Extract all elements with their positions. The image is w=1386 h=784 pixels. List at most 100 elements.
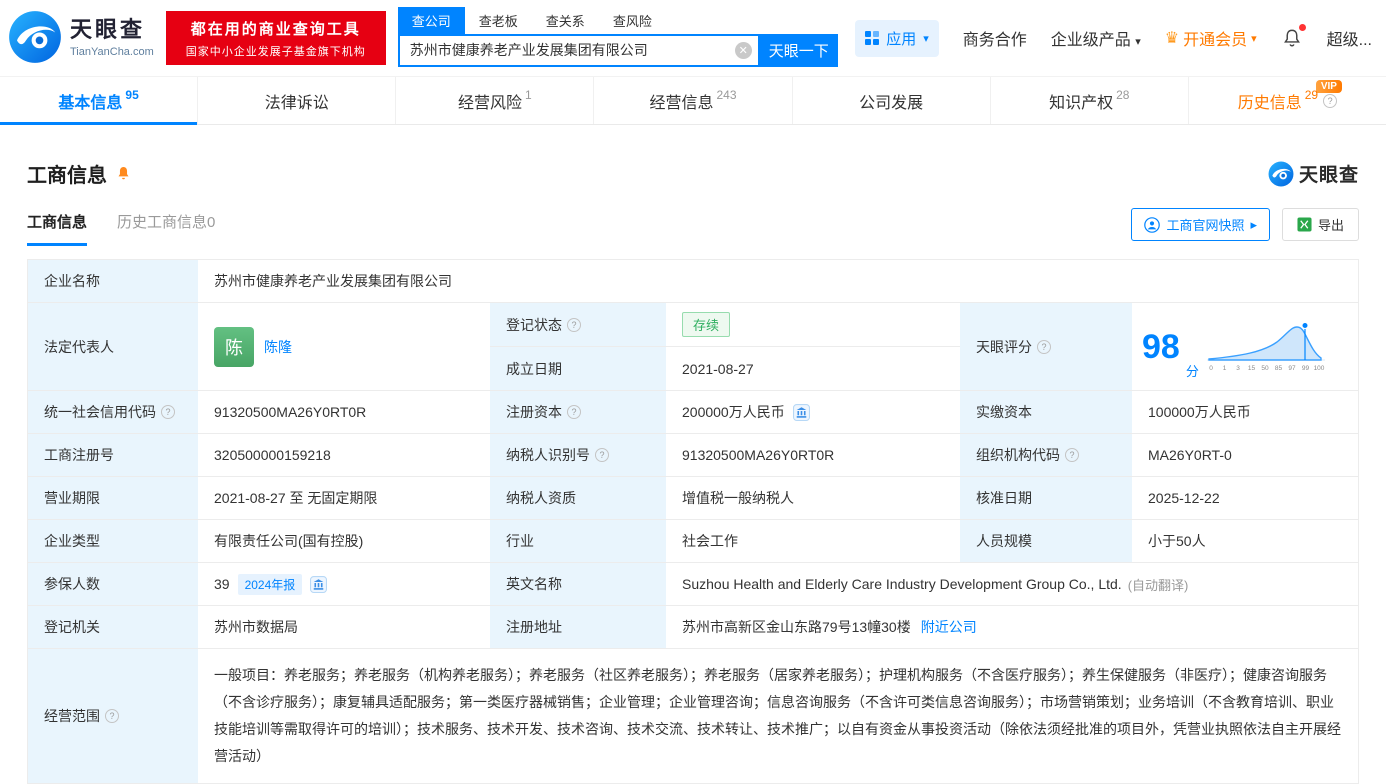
field-label: 统一社会信用代码	[44, 404, 156, 420]
capital-record-icon[interactable]	[792, 403, 810, 421]
score-cell: 98 分 0 1 3 15 50 85 97 99 100	[1132, 303, 1358, 390]
table-row: 企业类型 有限责任公司(国有控股) 行业 社会工作 人员规模 小于50人	[28, 520, 1358, 563]
annual-report-icon[interactable]	[310, 575, 328, 593]
table-row: 参保人数 39 2024年报 英文名称 Suzhou Health and El…	[28, 563, 1358, 606]
tab-operating-info[interactable]: 经营信息 243	[593, 77, 791, 124]
search-tab-boss[interactable]: 查老板	[465, 7, 532, 34]
paid-capital-value: 100000万人民币	[1148, 404, 1251, 420]
english-name-cell: Suzhou Health and Elderly Care Industry …	[666, 563, 1358, 605]
brand-logo-icon	[1268, 161, 1294, 186]
subtab-row: 工商信息 历史工商信息0 工商官网快照 ▸ 导出	[0, 188, 1386, 249]
help-icon[interactable]: ?	[595, 448, 609, 462]
field-label: 营业期限	[28, 477, 198, 519]
subscribe-bell-icon[interactable]	[115, 165, 132, 182]
search-clear-icon[interactable]: ✕	[734, 41, 752, 59]
field-label: 注册资本	[506, 404, 562, 420]
reg-authority-value: 苏州市数据局	[214, 619, 298, 635]
official-snapshot-button[interactable]: 工商官网快照 ▸	[1131, 208, 1270, 241]
export-label: 导出	[1317, 218, 1344, 233]
search-input[interactable]	[397, 33, 760, 67]
tab-label: 知识产权	[1049, 94, 1114, 112]
export-button[interactable]: 导出	[1281, 208, 1359, 241]
svg-text:1: 1	[1223, 365, 1227, 372]
tab-count: 1	[525, 87, 532, 102]
help-icon[interactable]: ?	[105, 709, 119, 723]
help-icon[interactable]: ?	[161, 405, 175, 419]
field-label: 登记机关	[28, 606, 198, 648]
promo-line-2: 国家中小企业发展子基金旗下机构	[185, 45, 366, 58]
top-bar: 天眼查 TianYanCha.com 都在用的商业查询工具 国家中小企业发展子基…	[0, 0, 1386, 76]
chevron-down-icon: ▾	[1251, 32, 1257, 45]
nav-business-cooperation[interactable]: 商务合作	[963, 26, 1027, 50]
help-icon[interactable]: ?	[567, 317, 581, 332]
notification-dot	[1298, 24, 1306, 31]
english-name-value: Suzhou Health and Elderly Care Industry …	[682, 576, 1122, 592]
help-icon[interactable]: ?	[1065, 448, 1079, 462]
taxpayer-id-value: 91320500MA26Y0RT0R	[682, 447, 835, 463]
approval-date-value: 2025-12-22	[1148, 490, 1220, 506]
search-tab-risk[interactable]: 查风险	[599, 7, 666, 34]
tab-history-info[interactable]: VIP 历史信息 29 ?	[1187, 77, 1386, 124]
svg-text:15: 15	[1248, 365, 1256, 372]
apps-menu[interactable]: 应用 ▾	[855, 19, 939, 57]
score-curve-chart: 0 1 3 15 50 85 97 99 100	[1206, 321, 1325, 372]
insured-cell: 39 2024年报	[198, 563, 490, 605]
svg-text:3: 3	[1236, 365, 1240, 372]
tianyancha-logo[interactable]: 天眼查 TianYanCha.com	[8, 10, 154, 67]
field-label: 人员规模	[960, 520, 1132, 562]
company-tab-bar: 基本信息 95 法律诉讼 经营风险 1 经营信息 243 公司发展 知识产权 2…	[0, 76, 1386, 125]
tab-basic-info[interactable]: 基本信息 95	[0, 77, 198, 125]
field-label-wrap: 经营范围 ?	[28, 649, 198, 783]
help-icon[interactable]: ?	[567, 405, 581, 419]
field-label-wrap: 纳税人识别号 ?	[490, 434, 666, 476]
field-label-wrap: 天眼评分 ?	[960, 303, 1132, 390]
score-value: 98	[1142, 327, 1180, 366]
field-label: 成立日期	[490, 347, 666, 390]
legal-rep-cell: 陈 陈隆	[198, 303, 490, 390]
tab-label: 公司发展	[859, 94, 924, 112]
field-label-wrap: 统一社会信用代码 ?	[28, 391, 198, 433]
help-icon[interactable]: ?	[1323, 93, 1338, 108]
field-label: 法定代表人	[28, 303, 198, 390]
field-label: 纳税人资质	[490, 477, 666, 519]
tab-label: 基本信息	[58, 94, 123, 112]
table-row: 企业名称 苏州市健康养老产业发展集团有限公司	[28, 260, 1358, 303]
svg-text:99: 99	[1302, 365, 1310, 372]
search-tab-relation[interactable]: 查关系	[532, 7, 599, 34]
brand-name: 天眼查	[1298, 165, 1359, 186]
chevron-down-icon: ▾	[1135, 36, 1141, 48]
nearby-companies-link[interactable]: 附近公司	[921, 617, 977, 637]
legal-rep-avatar[interactable]: 陈	[214, 326, 254, 367]
section-header: 工商信息 天眼查	[0, 125, 1386, 188]
establish-date-value: 2021-08-27	[682, 360, 754, 377]
svg-text:100: 100	[1313, 365, 1324, 372]
subtab-history-business-info[interactable]: 历史工商信息0	[117, 211, 215, 246]
svg-text:97: 97	[1288, 365, 1296, 372]
insured-value: 39	[214, 576, 230, 592]
search-area: 查公司 查老板 查关系 查风险 ✕ 天眼一下	[397, 6, 838, 67]
annual-report-badge[interactable]: 2024年报	[237, 573, 303, 595]
tab-legal-proceedings[interactable]: 法律诉讼	[197, 77, 395, 124]
header-nav: 应用 ▾ 商务合作 企业级产品 ▾ ♛ 开通会员 ▾ 超级...	[855, 19, 1372, 57]
help-icon[interactable]: ?	[1037, 339, 1051, 354]
table-row: 统一社会信用代码 ? 91320500MA26Y0RT0R 注册资本 ? 200…	[28, 391, 1358, 434]
auto-translate-note: (自动翻译)	[1127, 577, 1189, 593]
nav-open-vip[interactable]: ♛ 开通会员 ▾	[1165, 26, 1257, 50]
excel-icon	[1297, 217, 1312, 232]
tab-company-development[interactable]: 公司发展	[791, 77, 990, 124]
business-scope-value: 一般项目：养老服务；养老服务（机构养老服务）；养老服务（社区养老服务）；养老服务…	[214, 667, 1341, 764]
legal-rep-link[interactable]: 陈隆	[264, 337, 292, 357]
nav-enterprise-products[interactable]: 企业级产品 ▾	[1051, 26, 1141, 50]
notification-bell-icon[interactable]	[1281, 24, 1306, 49]
subtab-business-info[interactable]: 工商信息	[27, 211, 88, 246]
nav-super-vip[interactable]: 超级...	[1327, 26, 1372, 50]
tab-intellectual-property[interactable]: 知识产权 28	[989, 77, 1188, 124]
table-row: 经营范围 ? 一般项目：养老服务；养老服务（机构养老服务）；养老服务（社区养老服…	[28, 649, 1358, 783]
field-label: 企业名称	[28, 260, 198, 302]
tianyancha-logo-icon	[8, 10, 62, 67]
search-button[interactable]: 天眼一下	[759, 33, 838, 67]
field-label: 纳税人识别号	[506, 447, 590, 463]
search-tab-company[interactable]: 查公司	[397, 6, 465, 34]
tab-operating-risk[interactable]: 经营风险 1	[395, 77, 593, 124]
tab-count: 95	[125, 87, 139, 102]
